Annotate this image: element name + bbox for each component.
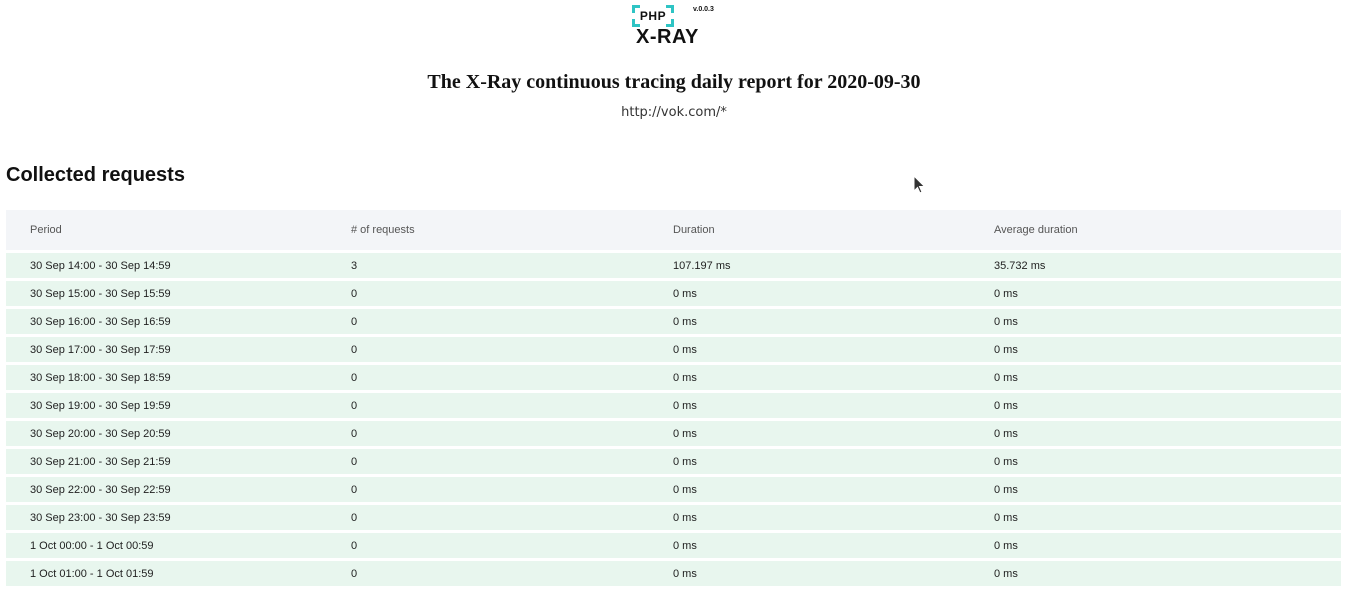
cell-duration: 0 ms xyxy=(649,561,970,586)
cell-period: 30 Sep 21:00 - 30 Sep 21:59 xyxy=(6,449,327,474)
cell-request-count: 0 xyxy=(327,477,649,502)
cell-average-duration: 0 ms xyxy=(970,309,1341,334)
table-row: 1 Oct 00:00 - 1 Oct 00:59 0 0 ms 0 ms xyxy=(6,533,1341,558)
cell-period: 30 Sep 15:00 - 30 Sep 15:59 xyxy=(6,281,327,306)
logo-xray-text: X-RAY xyxy=(636,26,699,48)
table-row: 30 Sep 20:00 - 30 Sep 20:59 0 0 ms 0 ms xyxy=(6,421,1341,446)
cell-duration: 0 ms xyxy=(649,477,970,502)
cell-request-count: 0 xyxy=(327,421,649,446)
cell-duration: 0 ms xyxy=(649,449,970,474)
cell-period: 1 Oct 01:00 - 1 Oct 01:59 xyxy=(6,561,327,586)
cell-request-count: 0 xyxy=(327,365,649,390)
table-row: 30 Sep 14:00 - 30 Sep 14:59 3 107.197 ms 35… xyxy=(6,253,1341,278)
table-row: 30 Sep 17:00 - 30 Sep 17:59 0 0 ms 0 ms xyxy=(6,337,1341,362)
table-header-row: Period # of requests Duration Average du… xyxy=(6,210,1341,250)
cell-request-count: 0 xyxy=(327,337,649,362)
table-row: 30 Sep 18:00 - 30 Sep 18:59 0 0 ms 0 ms xyxy=(6,365,1341,390)
cell-duration: 0 ms xyxy=(649,421,970,446)
cell-request-count: 0 xyxy=(327,309,649,334)
table-row: 30 Sep 16:00 - 30 Sep 16:59 0 0 ms 0 ms xyxy=(6,309,1341,334)
cell-duration: 0 ms xyxy=(649,505,970,530)
cell-request-count: 0 xyxy=(327,281,649,306)
cell-period: 30 Sep 23:00 - 30 Sep 23:59 xyxy=(6,505,327,530)
cell-duration: 0 ms xyxy=(649,281,970,306)
cell-average-duration: 0 ms xyxy=(970,337,1341,362)
table-row: 30 Sep 15:00 - 30 Sep 15:59 0 0 ms 0 ms xyxy=(6,281,1341,306)
table-row: 30 Sep 19:00 - 30 Sep 19:59 0 0 ms 0 ms xyxy=(6,393,1341,418)
cell-period: 30 Sep 22:00 - 30 Sep 22:59 xyxy=(6,477,327,502)
cell-duration: 0 ms xyxy=(649,365,970,390)
cell-request-count: 0 xyxy=(327,505,649,530)
logo-bracket-frame: PHP xyxy=(632,5,674,27)
cell-average-duration: 0 ms xyxy=(970,281,1341,306)
cell-duration: 0 ms xyxy=(649,309,970,334)
version-label: v.0.0.3 xyxy=(693,6,714,13)
requests-table: Period # of requests Duration Average du… xyxy=(6,210,1341,589)
report-url: http://vok.com/* xyxy=(621,105,727,120)
table-row: 30 Sep 22:00 - 30 Sep 22:59 0 0 ms 0 ms xyxy=(6,477,1341,502)
column-header-period: Period xyxy=(6,210,327,250)
cell-request-count: 0 xyxy=(327,393,649,418)
table-body: 30 Sep 14:00 - 30 Sep 14:59 3 107.197 ms 35… xyxy=(6,253,1341,586)
cell-average-duration: 0 ms xyxy=(970,561,1341,586)
logo-php-text: PHP xyxy=(639,9,667,23)
cell-request-count: 3 xyxy=(327,253,649,278)
cell-average-duration: 0 ms xyxy=(970,477,1341,502)
page-title: The X-Ray continuous tracing daily repor… xyxy=(427,71,921,93)
section-title: Collected requests xyxy=(6,164,185,186)
cell-duration: 107.197 ms xyxy=(649,253,970,278)
cell-period: 30 Sep 18:00 - 30 Sep 18:59 xyxy=(6,365,327,390)
cell-request-count: 0 xyxy=(327,449,649,474)
cell-duration: 0 ms xyxy=(649,337,970,362)
cell-average-duration: 0 ms xyxy=(970,449,1341,474)
cell-period: 30 Sep 14:00 - 30 Sep 14:59 xyxy=(6,253,327,278)
cell-request-count: 0 xyxy=(327,533,649,558)
cell-period: 1 Oct 00:00 - 1 Oct 00:59 xyxy=(6,533,327,558)
cell-average-duration: 0 ms xyxy=(970,421,1341,446)
cell-duration: 0 ms xyxy=(649,533,970,558)
table-row: 1 Oct 01:00 - 1 Oct 01:59 0 0 ms 0 ms xyxy=(6,561,1341,586)
column-header-requests: # of requests xyxy=(327,210,649,250)
table-row: 30 Sep 23:00 - 30 Sep 23:59 0 0 ms 0 ms xyxy=(6,505,1341,530)
column-header-duration: Duration xyxy=(649,210,970,250)
cell-request-count: 0 xyxy=(327,561,649,586)
cell-average-duration: 35.732 ms xyxy=(970,253,1341,278)
cell-average-duration: 0 ms xyxy=(970,365,1341,390)
php-xray-logo: PHP v.0.0.3 X-RAY xyxy=(630,4,720,50)
cell-average-duration: 0 ms xyxy=(970,505,1341,530)
cell-duration: 0 ms xyxy=(649,393,970,418)
table-row: 30 Sep 21:00 - 30 Sep 21:59 0 0 ms 0 ms xyxy=(6,449,1341,474)
cell-average-duration: 0 ms xyxy=(970,393,1341,418)
cell-period: 30 Sep 20:00 - 30 Sep 20:59 xyxy=(6,421,327,446)
cell-period: 30 Sep 19:00 - 30 Sep 19:59 xyxy=(6,393,327,418)
cell-average-duration: 0 ms xyxy=(970,533,1341,558)
mouse-cursor-icon xyxy=(913,175,926,194)
cell-period: 30 Sep 16:00 - 30 Sep 16:59 xyxy=(6,309,327,334)
column-header-average-duration: Average duration xyxy=(970,210,1341,250)
cell-period: 30 Sep 17:00 - 30 Sep 17:59 xyxy=(6,337,327,362)
